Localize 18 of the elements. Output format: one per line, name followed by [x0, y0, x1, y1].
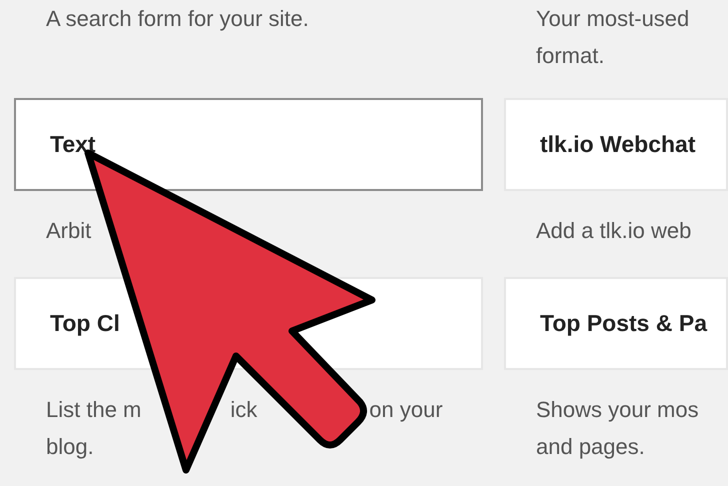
widget-description: and pages.	[536, 433, 645, 461]
widget-description: Shows your mos	[536, 396, 699, 424]
widget-description: Your most-used	[536, 5, 690, 33]
widget-description: format.	[536, 42, 604, 70]
widget-description: ick	[230, 396, 258, 424]
widget-description: on your	[369, 396, 443, 424]
widget-title: tlk.io Webchat	[540, 130, 696, 160]
widget-description: Add a tlk.io web	[536, 217, 692, 245]
widget-card[interactable]: Text	[14, 98, 483, 191]
widget-description: blog.	[46, 433, 94, 461]
widget-card[interactable]: tlk.io Webchat	[504, 98, 728, 191]
widget-title: Top Posts & Pa	[540, 309, 707, 338]
widget-description: A search form for your site.	[46, 5, 309, 33]
widget-title: Top Cl	[50, 309, 120, 338]
widget-card[interactable]: Top Posts & Pa	[504, 277, 728, 370]
widget-description: List the m	[46, 396, 142, 424]
widget-description: Arbit	[46, 217, 92, 245]
widget-title: Text	[50, 130, 96, 160]
